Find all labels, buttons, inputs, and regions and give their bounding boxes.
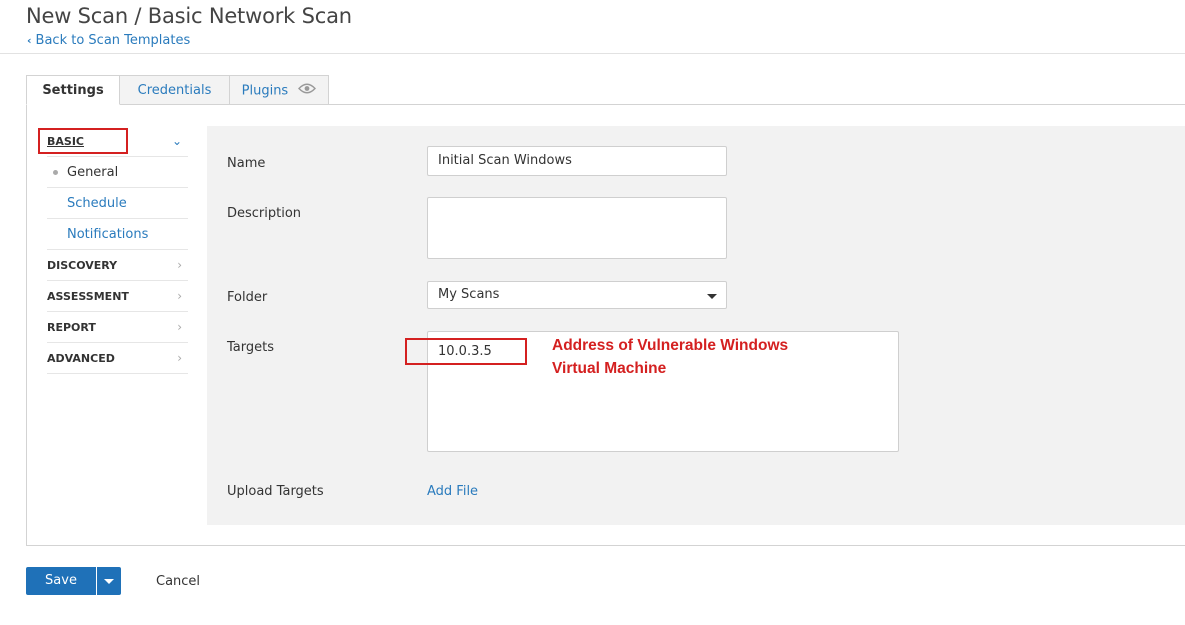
save-options-dropdown[interactable]: [97, 567, 121, 595]
folder-select-value: My Scans: [438, 287, 500, 302]
upload-targets-label: Upload Targets: [227, 484, 324, 499]
tab-plugins-label: Plugins: [241, 83, 289, 99]
targets-label: Targets: [227, 340, 274, 355]
folder-select[interactable]: My Scans: [427, 281, 727, 309]
form-area: [207, 126, 1185, 525]
sidebar-section-discovery[interactable]: DISCOVERY ›: [47, 250, 188, 281]
sidebar-item-label: Schedule: [67, 196, 127, 211]
selected-bullet-icon: [53, 170, 58, 175]
chevron-right-icon: ›: [177, 258, 182, 272]
header-divider: [0, 53, 1185, 54]
annotation-line-2: Virtual Machine: [552, 360, 667, 377]
chevron-down-icon: ⌄: [171, 134, 182, 148]
sidebar-section-label: DISCOVERY: [47, 259, 118, 272]
back-to-templates-link[interactable]: ‹ Back to Scan Templates: [27, 33, 190, 48]
eye-icon: [298, 76, 317, 106]
sidebar-section-advanced[interactable]: ADVANCED ›: [47, 343, 188, 374]
tab-settings-label: Settings: [42, 83, 104, 98]
description-textarea[interactable]: [427, 197, 727, 259]
save-button[interactable]: Save: [26, 567, 96, 595]
chevron-right-icon: ›: [177, 351, 182, 365]
back-link-label: Back to Scan Templates: [35, 33, 191, 48]
cancel-button[interactable]: Cancel: [156, 574, 200, 589]
sidebar-section-label: ASSESSMENT: [47, 290, 129, 303]
chevron-right-icon: ›: [177, 289, 182, 303]
sidebar-item-schedule[interactable]: Schedule: [47, 188, 188, 219]
caret-down-icon: [104, 579, 114, 584]
tab-settings[interactable]: Settings: [26, 75, 120, 105]
name-input-value: Initial Scan Windows: [438, 153, 572, 168]
chevron-left-icon: ‹: [27, 34, 32, 47]
tab-credentials-label: Credentials: [137, 83, 212, 98]
tab-plugins[interactable]: Plugins: [229, 75, 329, 105]
annotation-box-targets: [405, 338, 527, 365]
name-label: Name: [227, 156, 266, 171]
sidebar-section-label: ADVANCED: [47, 352, 115, 365]
page-title: New Scan / Basic Network Scan: [26, 4, 352, 28]
sidebar-item-label: Notifications: [67, 227, 149, 242]
annotation-box-basic: [38, 128, 128, 154]
annotation-line-1: Address of Vulnerable Windows: [552, 337, 789, 354]
chevron-right-icon: ›: [177, 320, 182, 334]
name-input[interactable]: Initial Scan Windows: [427, 146, 727, 176]
sidebar-item-notifications[interactable]: Notifications: [47, 219, 188, 250]
caret-down-icon: [707, 294, 717, 299]
folder-label: Folder: [227, 290, 268, 305]
sidebar-item-label: General: [67, 165, 119, 180]
sidebar-section-report[interactable]: REPORT ›: [47, 312, 188, 343]
tab-credentials[interactable]: Credentials: [119, 75, 230, 105]
sidebar-section-label: REPORT: [47, 321, 96, 334]
sidebar-section-assessment[interactable]: ASSESSMENT ›: [47, 281, 188, 312]
annotation-text: Address of Vulnerable Windows Virtual Ma…: [552, 334, 788, 380]
add-file-link[interactable]: Add File: [427, 484, 478, 499]
description-label: Description: [227, 206, 302, 221]
sidebar-item-general[interactable]: General: [47, 157, 188, 188]
